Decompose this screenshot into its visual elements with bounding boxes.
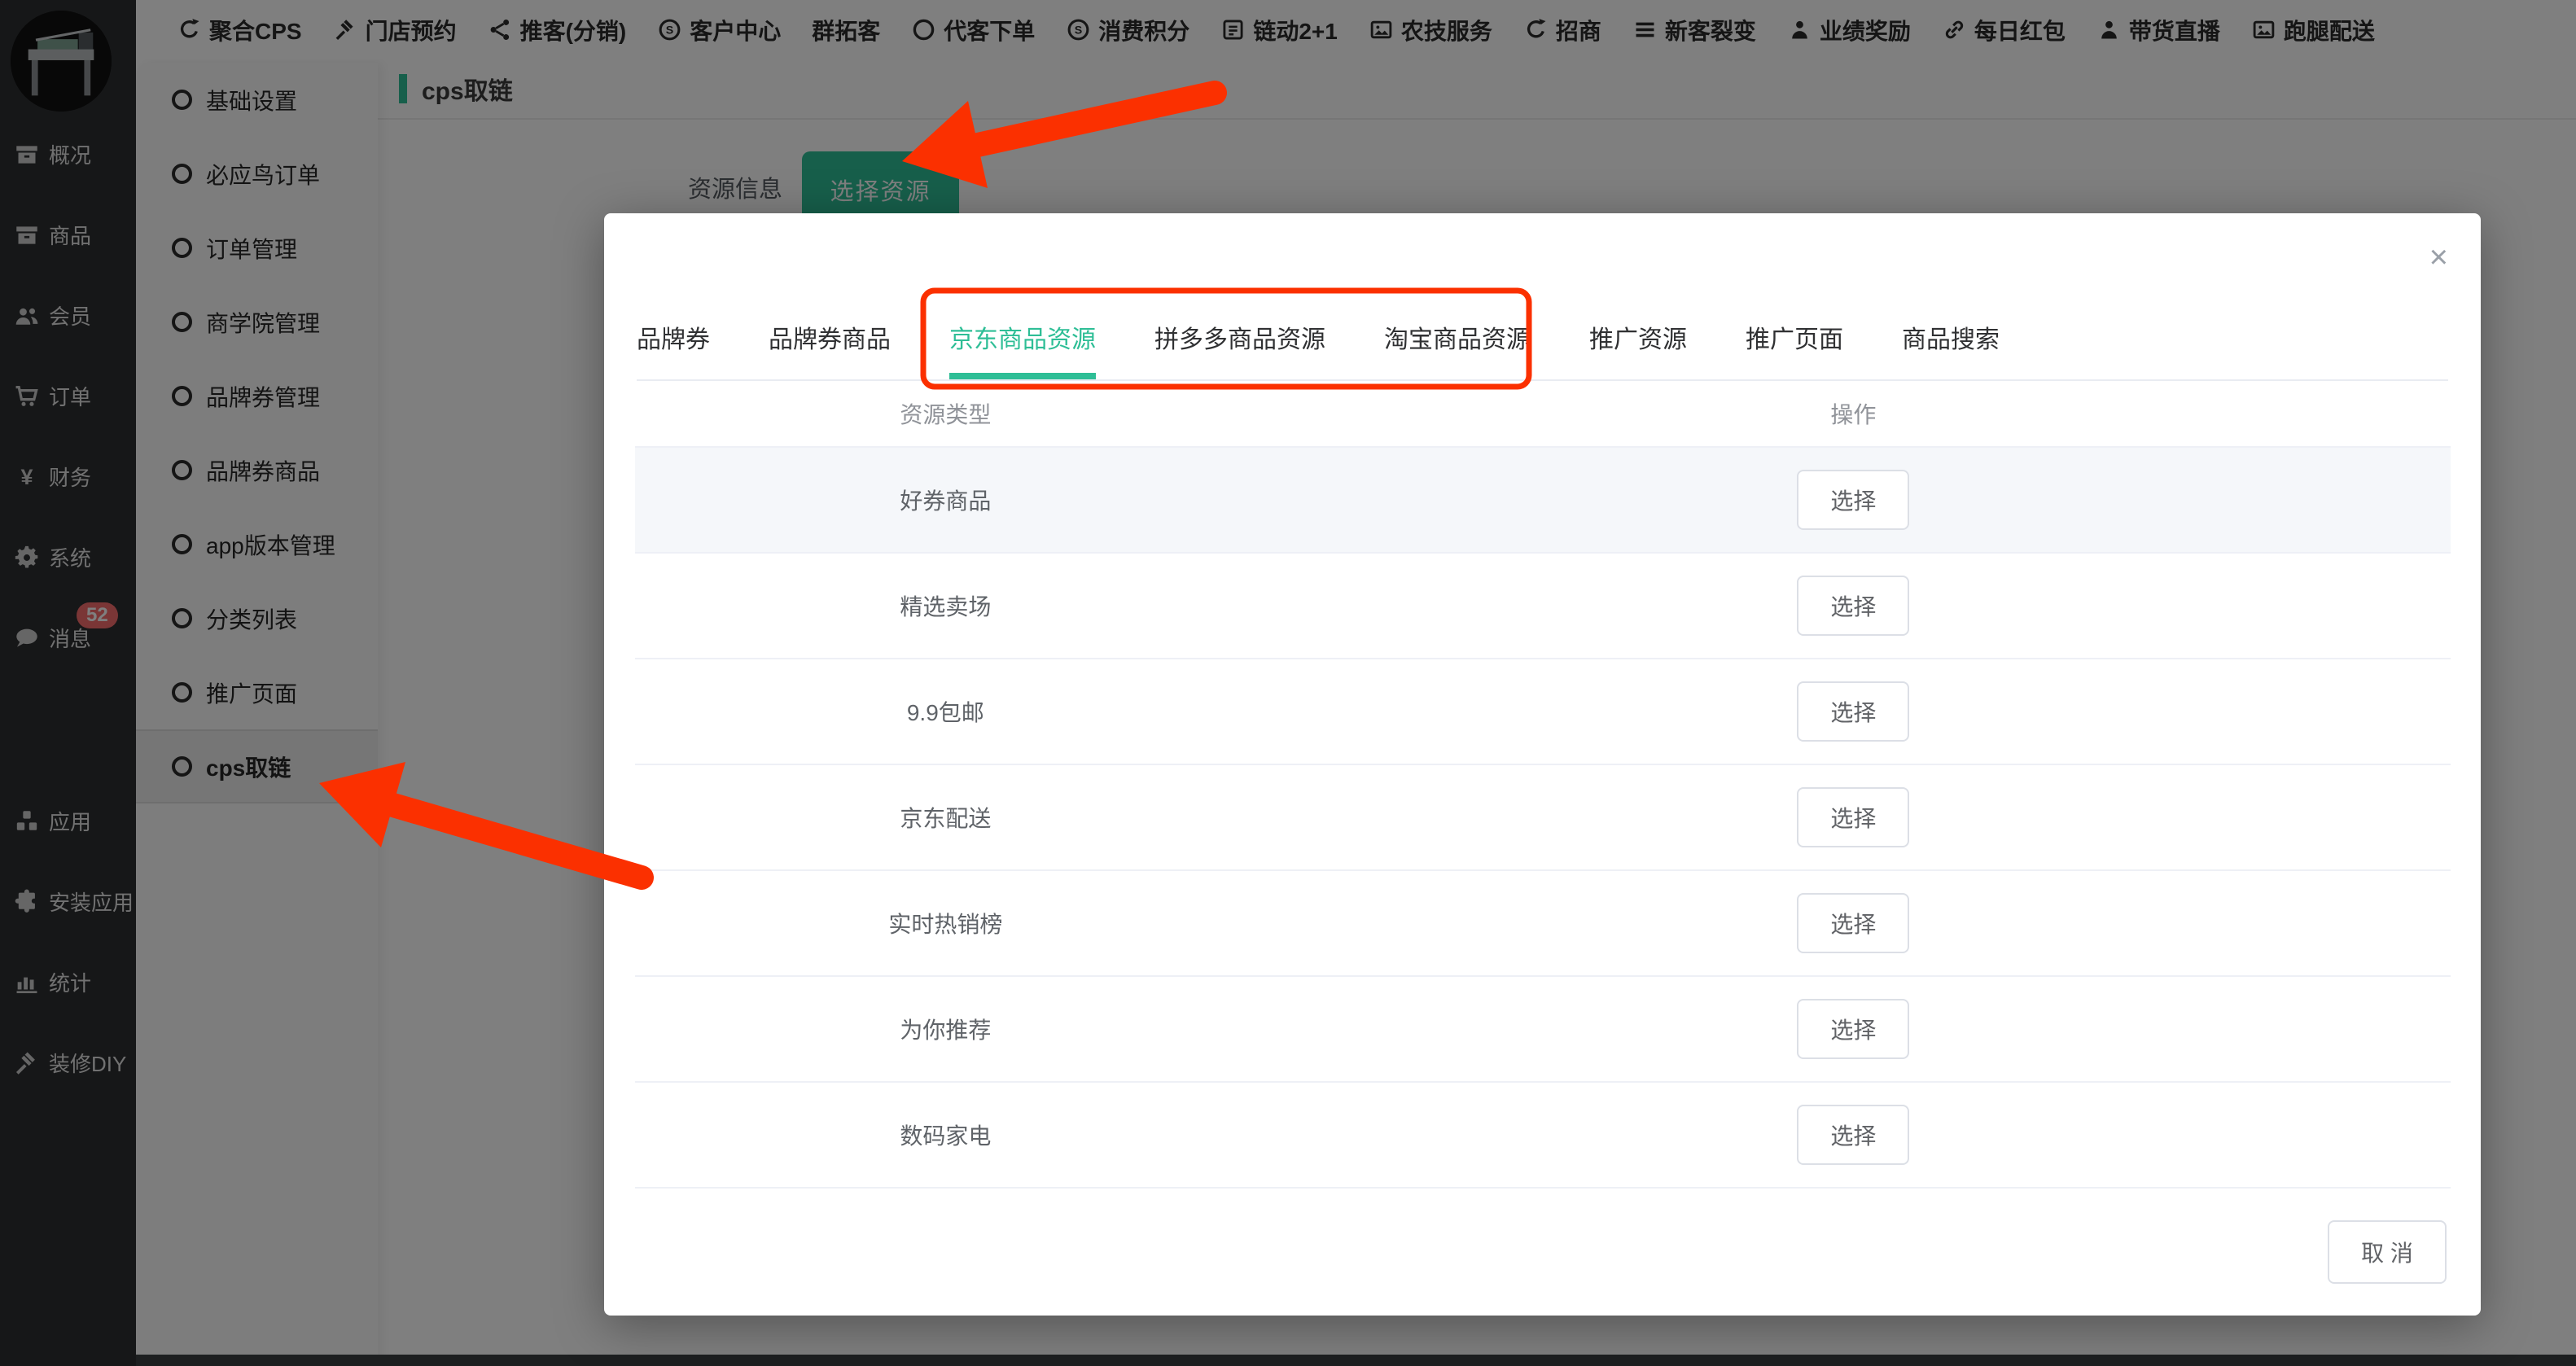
select-button[interactable]: 选择 xyxy=(1797,576,1910,636)
resource-table: 资源类型 操作 好券商品 选择 精选卖场 选择 9.9包邮 选择 京东配送 选择… xyxy=(635,380,2451,1189)
resource-picker-dialog: × 品牌券 品牌券商品 京东商品资源 拼多多商品资源 淘宝商品资源 推广资源 推… xyxy=(604,213,2481,1316)
table-row: 为你推荐 选择 xyxy=(635,977,2451,1083)
resource-type-cell: 9.9包邮 xyxy=(906,700,984,725)
select-button[interactable]: 选择 xyxy=(1797,681,1910,742)
table-row: 实时热销榜 选择 xyxy=(635,871,2451,977)
table-row: 京东配送 选择 xyxy=(635,765,2451,871)
table-header-row: 资源类型 操作 xyxy=(635,380,2451,448)
resource-type-cell: 实时热销榜 xyxy=(888,912,1003,937)
resource-tab[interactable]: 推广页面 xyxy=(1746,324,1843,379)
select-button[interactable]: 选择 xyxy=(1797,999,1910,1059)
table-row: 精选卖场 选择 xyxy=(635,554,2451,659)
resource-tab[interactable]: 淘宝商品资源 xyxy=(1384,324,1531,379)
resource-tab[interactable]: 商品搜索 xyxy=(1902,324,2000,379)
column-header-resource-type: 资源类型 xyxy=(900,401,992,427)
resource-tabs: 品牌券 品牌券商品 京东商品资源 拼多多商品资源 淘宝商品资源 推广资源 推广页… xyxy=(637,324,2448,381)
resource-tab[interactable]: 品牌券商品 xyxy=(769,324,891,379)
cancel-button[interactable]: 取 消 xyxy=(2328,1220,2447,1284)
table-row: 9.9包邮 选择 xyxy=(635,659,2451,765)
column-header-action: 操作 xyxy=(1830,401,1877,427)
select-button[interactable]: 选择 xyxy=(1797,470,1910,530)
resource-type-cell: 精选卖场 xyxy=(900,594,992,620)
select-button[interactable]: 选择 xyxy=(1797,787,1910,847)
resource-type-cell: 京东配送 xyxy=(900,806,992,831)
resource-type-cell: 为你推荐 xyxy=(900,1018,992,1043)
table-row: 好券商品 选择 xyxy=(635,448,2451,554)
close-icon[interactable]: × xyxy=(2429,241,2448,274)
resource-type-cell: 数码家电 xyxy=(900,1123,992,1149)
resource-tab[interactable]: 拼多多商品资源 xyxy=(1154,324,1325,379)
table-row: 数码家电 选择 xyxy=(635,1083,2451,1189)
resource-tab[interactable]: 推广资源 xyxy=(1589,324,1687,379)
resource-type-cell: 好券商品 xyxy=(900,488,992,514)
resource-tab[interactable]: 京东商品资源 xyxy=(949,324,1096,379)
select-button[interactable]: 选择 xyxy=(1797,893,1910,953)
table-body: 好券商品 选择 精选卖场 选择 9.9包邮 选择 京东配送 选择 实时热销榜 选… xyxy=(635,448,2451,1189)
select-button[interactable]: 选择 xyxy=(1797,1105,1910,1165)
resource-tab[interactable]: 品牌券 xyxy=(637,324,710,379)
